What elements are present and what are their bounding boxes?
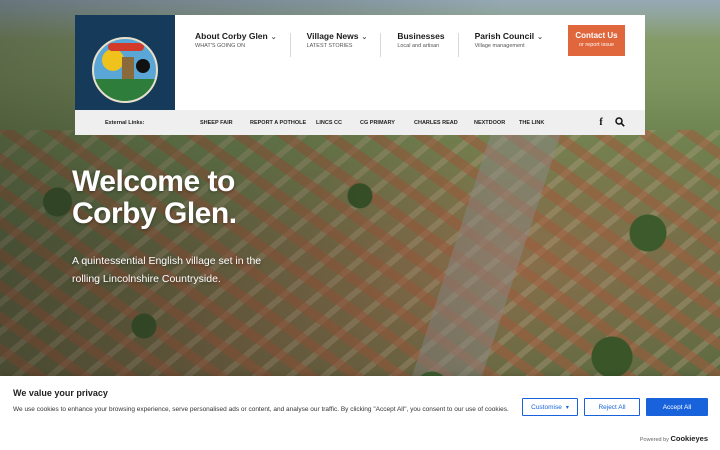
hero-title-line2: Corby Glen. xyxy=(72,197,237,230)
village-emblem xyxy=(92,37,158,103)
nav-parish-label: Parish Council xyxy=(474,31,535,41)
main-nav: About Corby Glen ⌄ WHAT'S GOING ON Villag… xyxy=(195,31,573,57)
reject-all-button[interactable]: Reject All xyxy=(584,398,640,416)
nav-about-sub: WHAT'S GOING ON xyxy=(195,43,246,49)
search-icon[interactable] xyxy=(615,117,625,128)
external-links-label: External Links: xyxy=(105,119,145,126)
nav-news-label: Village News xyxy=(306,31,359,41)
ext-link-report-pothole[interactable]: Report a pothole xyxy=(250,120,306,126)
ext-link-nextdoor[interactable]: NextDoor xyxy=(474,120,505,126)
ext-link-cg-primary[interactable]: CG PRIMARY xyxy=(360,120,395,126)
nav-news-sub: LATEST STORIES xyxy=(306,43,353,49)
nav-parish-council[interactable]: Parish Council ⌄ Village management xyxy=(475,31,557,49)
site-header: About Corby Glen ⌄ WHAT'S GOING ON Villag… xyxy=(75,15,645,135)
cookie-text: We use cookies to enhance your browsing … xyxy=(13,406,509,413)
external-links-bar: External Links: SHEEP FAIR Report a poth… xyxy=(75,110,645,135)
cookie-title: We value your privacy xyxy=(13,388,108,398)
powered-by: Powered by Cookieyes xyxy=(640,434,708,443)
ext-link-lincs-cc[interactable]: Lincs CC xyxy=(316,120,342,126)
chevron-down-icon: ▾ xyxy=(565,404,569,411)
nav-businesses-label: Businesses xyxy=(397,31,445,41)
nav-about-label: About Corby Glen xyxy=(195,31,268,41)
ext-link-sheep-fair[interactable]: SHEEP FAIR xyxy=(200,120,233,126)
nav-about[interactable]: About Corby Glen ⌄ WHAT'S GOING ON xyxy=(195,31,291,57)
accept-all-button[interactable]: Accept All xyxy=(646,398,708,416)
customise-button[interactable]: Customise ▾ xyxy=(522,398,578,416)
contact-us-button[interactable]: Contact Us or report issue xyxy=(568,25,625,56)
facebook-icon[interactable]: f xyxy=(596,117,606,128)
nav-village-news[interactable]: Village News ⌄ LATEST STORIES xyxy=(306,31,382,57)
contact-title: Contact Us xyxy=(575,31,618,40)
nav-parish-sub: Village management xyxy=(474,43,525,49)
chevron-down-icon: ⌄ xyxy=(270,34,277,41)
site-logo[interactable] xyxy=(75,15,175,125)
hero-title: Welcome to Corby Glen. xyxy=(72,166,237,230)
ext-link-charles-read[interactable]: CHARLES READ xyxy=(414,120,458,126)
nav-businesses-sub: Local and artisan xyxy=(397,43,440,49)
powered-prefix: Powered by xyxy=(639,437,669,443)
nav-businesses[interactable]: Businesses Local and artisan xyxy=(397,31,459,57)
contact-sub: or report issue xyxy=(578,42,615,48)
chevron-down-icon: ⌄ xyxy=(537,34,543,41)
cookie-banner: We value your privacy We use cookies to … xyxy=(0,376,720,450)
ext-link-the-link[interactable]: The Link xyxy=(519,120,544,126)
cookieyes-logo[interactable]: Cookieyes xyxy=(670,434,708,443)
chevron-down-icon: ⌄ xyxy=(361,34,368,41)
hero-title-line1: Welcome to xyxy=(72,165,235,198)
customise-label: Customise xyxy=(531,403,562,411)
hero-subtitle: A quintessential English village set in … xyxy=(72,255,262,285)
